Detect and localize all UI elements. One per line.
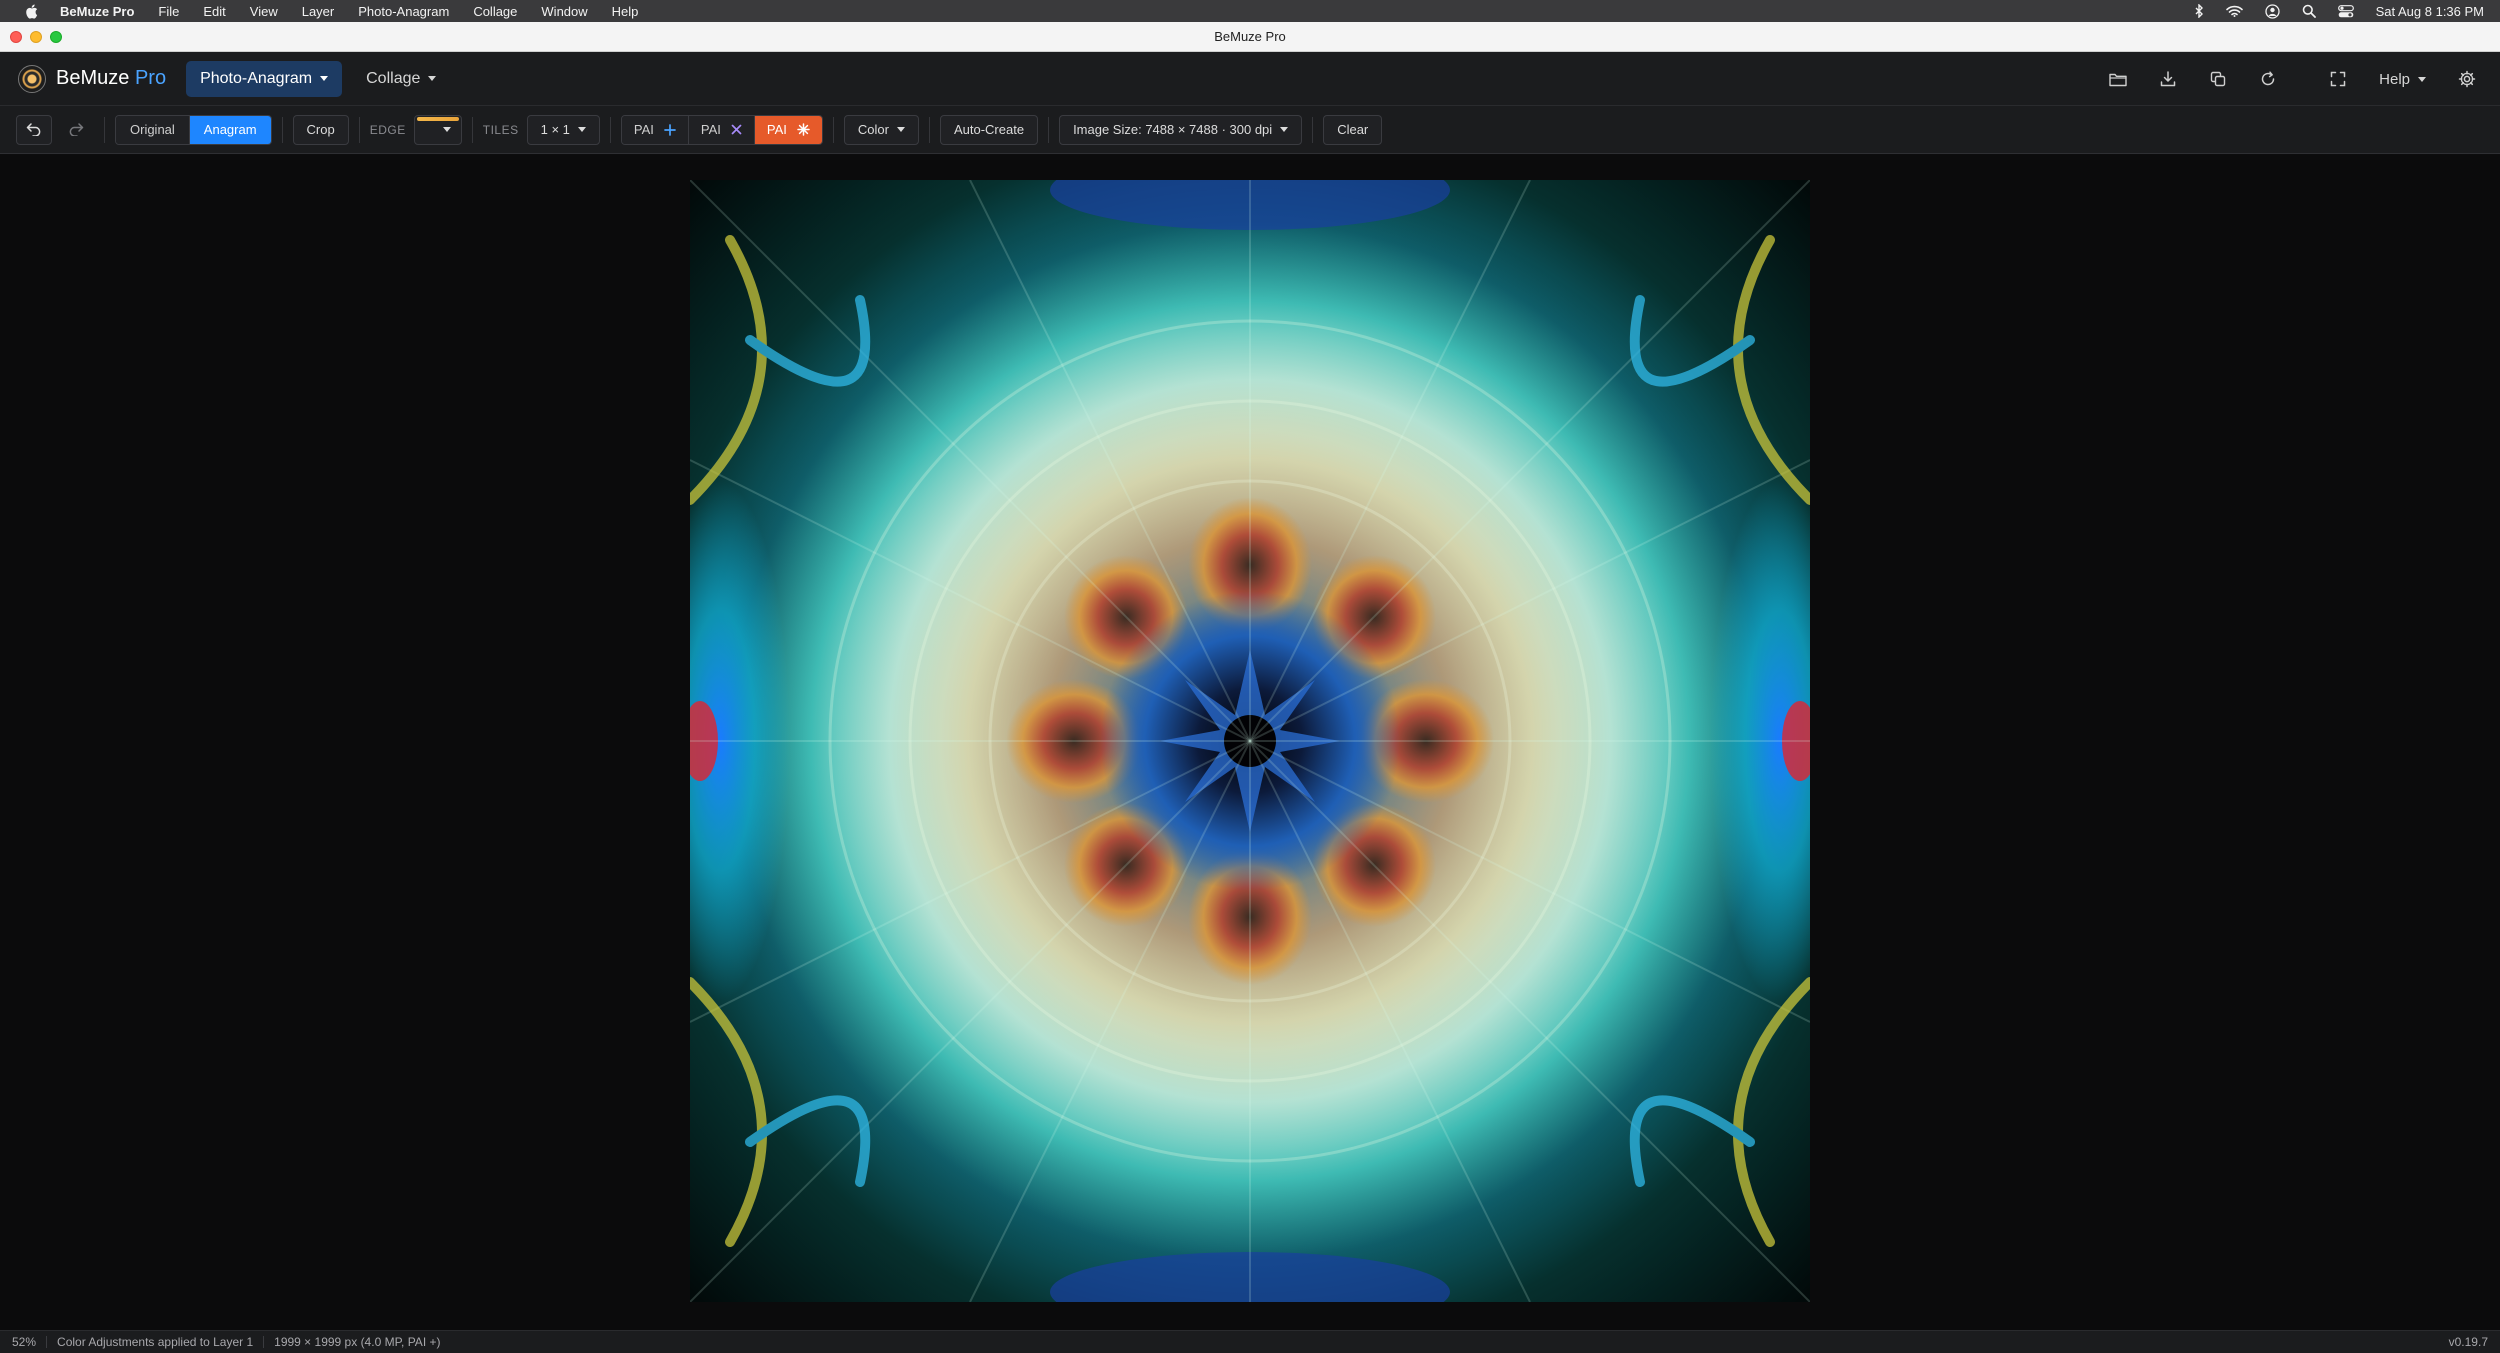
mode-collage-label: Collage [366, 69, 421, 87]
chevron-down-icon [428, 76, 437, 81]
app-brand: BeMuze Pro [56, 67, 166, 90]
menu-layer[interactable]: Layer [302, 4, 335, 19]
menu-edit[interactable]: Edit [203, 4, 225, 19]
toolbar-divider [281, 116, 283, 143]
anagram-view-button[interactable]: Anagram [188, 115, 271, 144]
status-message: Color Adjustments applied to Layer 1 [57, 1335, 254, 1349]
image-dimensions: 1999 × 1999 px (4.0 MP, PAI +) [274, 1335, 441, 1349]
pai-remove-label: PAI [700, 122, 721, 137]
toolbar-divider [1312, 116, 1314, 143]
chevron-down-icon [577, 127, 586, 132]
auto-create-button[interactable]: Auto-Create [939, 114, 1039, 145]
kaleidoscope-artwork[interactable] [690, 180, 1810, 1302]
brand-suffix: Pro [134, 67, 167, 89]
user-account-icon[interactable] [2264, 3, 2280, 19]
chevron-down-icon [320, 76, 329, 81]
refresh-icon[interactable] [2243, 52, 2293, 106]
window-close-button[interactable] [10, 31, 22, 43]
bluetooth-icon[interactable] [2195, 4, 2204, 18]
mode-collage-dropdown[interactable]: Collage [352, 61, 450, 97]
tiles-value: 1 × 1 [540, 122, 570, 137]
chevron-down-icon [1280, 127, 1289, 132]
color-dropdown[interactable]: Color [843, 114, 919, 145]
pai-add-label: PAI [633, 122, 654, 137]
chevron-down-icon [2418, 76, 2426, 82]
menu-file[interactable]: File [158, 4, 179, 19]
undo-button[interactable] [16, 114, 52, 145]
clear-button[interactable]: Clear [1323, 114, 1383, 145]
app-logo [18, 64, 46, 93]
window-title-bar: BeMuze Pro [0, 22, 2500, 52]
control-center-icon[interactable] [2337, 4, 2354, 18]
undo-icon [26, 123, 41, 136]
status-divider [263, 1336, 265, 1348]
window-title: BeMuze Pro [1214, 29, 1286, 44]
app-version: v0.19.7 [2448, 1335, 2488, 1349]
settings-icon[interactable] [2442, 52, 2492, 106]
toolbar-divider [609, 116, 611, 143]
toolbar-divider [1048, 116, 1050, 143]
app-header: BeMuze Pro Photo-Anagram Collage Help [0, 52, 2500, 106]
toolbar-divider [928, 116, 930, 143]
color-label: Color [857, 122, 889, 137]
edge-color-swatch [416, 116, 459, 121]
original-view-button[interactable]: Original [116, 115, 189, 144]
edge-label: EDGE [369, 122, 406, 137]
pai-active-label: PAI [766, 122, 787, 137]
crop-button[interactable]: Crop [292, 114, 349, 145]
folder-open-icon[interactable] [2093, 52, 2143, 106]
tiles-label: TILES [482, 122, 519, 137]
menubar-clock[interactable]: Sat Aug 8 1:36 PM [2376, 4, 2484, 19]
redo-icon [69, 123, 84, 136]
help-dropdown[interactable]: Help [2363, 52, 2442, 106]
kaleidoscope-image [690, 180, 1810, 1302]
toolbar-divider [832, 116, 834, 143]
duplicate-icon[interactable] [2193, 52, 2243, 106]
toolbar-divider [471, 116, 473, 143]
redo-button[interactable] [58, 115, 94, 145]
window-minimize-button[interactable] [30, 31, 42, 43]
toolbar-divider [104, 116, 105, 143]
sparkle-icon [797, 123, 810, 136]
fullscreen-icon[interactable] [2313, 52, 2363, 106]
chevron-down-icon [442, 127, 451, 132]
status-bar: 52% Color Adjustments applied to Layer 1… [0, 1330, 2500, 1353]
canvas-workspace[interactable] [0, 155, 2500, 1330]
plus-icon [664, 123, 676, 136]
menu-window[interactable]: Window [541, 4, 587, 19]
image-size-dropdown[interactable]: Image Size: 7488 × 7488 · 300 dpi [1059, 114, 1303, 145]
chevron-down-icon [896, 127, 905, 132]
pai-controls: PAI PAI PAI [620, 114, 823, 145]
macos-menu-bar: BeMuze Pro File Edit View Layer Photo-An… [0, 0, 2500, 22]
close-icon [731, 124, 742, 135]
menu-view[interactable]: View [250, 4, 278, 19]
wifi-icon[interactable] [2225, 5, 2243, 17]
pai-active-button[interactable]: PAI [753, 115, 822, 144]
spotlight-search-icon[interactable] [2302, 4, 2316, 18]
pai-remove-button[interactable]: PAI [687, 115, 754, 144]
mode-photo-anagram-label: Photo-Anagram [200, 69, 313, 87]
help-label: Help [2379, 70, 2410, 88]
window-zoom-button[interactable] [50, 31, 62, 43]
editor-toolbar: Original Anagram Crop EDGE TILES 1 × 1 P… [0, 106, 2500, 154]
image-size-label: Image Size: 7488 × 7488 · 300 dpi [1073, 122, 1273, 137]
pai-add-button[interactable]: PAI [621, 115, 688, 144]
view-toggle: Original Anagram [115, 114, 272, 145]
menu-collage[interactable]: Collage [473, 4, 517, 19]
apple-icon[interactable] [16, 4, 46, 19]
menu-app-name[interactable]: BeMuze Pro [60, 4, 134, 19]
menu-photo-anagram[interactable]: Photo-Anagram [358, 4, 449, 19]
zoom-level[interactable]: 52% [12, 1335, 36, 1349]
menu-help[interactable]: Help [612, 4, 639, 19]
status-divider [46, 1336, 48, 1348]
mode-photo-anagram-dropdown[interactable]: Photo-Anagram [186, 60, 343, 97]
toolbar-divider [358, 116, 360, 143]
download-icon[interactable] [2143, 52, 2193, 106]
tiles-dropdown[interactable]: 1 × 1 [526, 114, 600, 145]
brand-name: BeMuze [56, 67, 130, 89]
edge-color-dropdown[interactable] [413, 114, 462, 145]
